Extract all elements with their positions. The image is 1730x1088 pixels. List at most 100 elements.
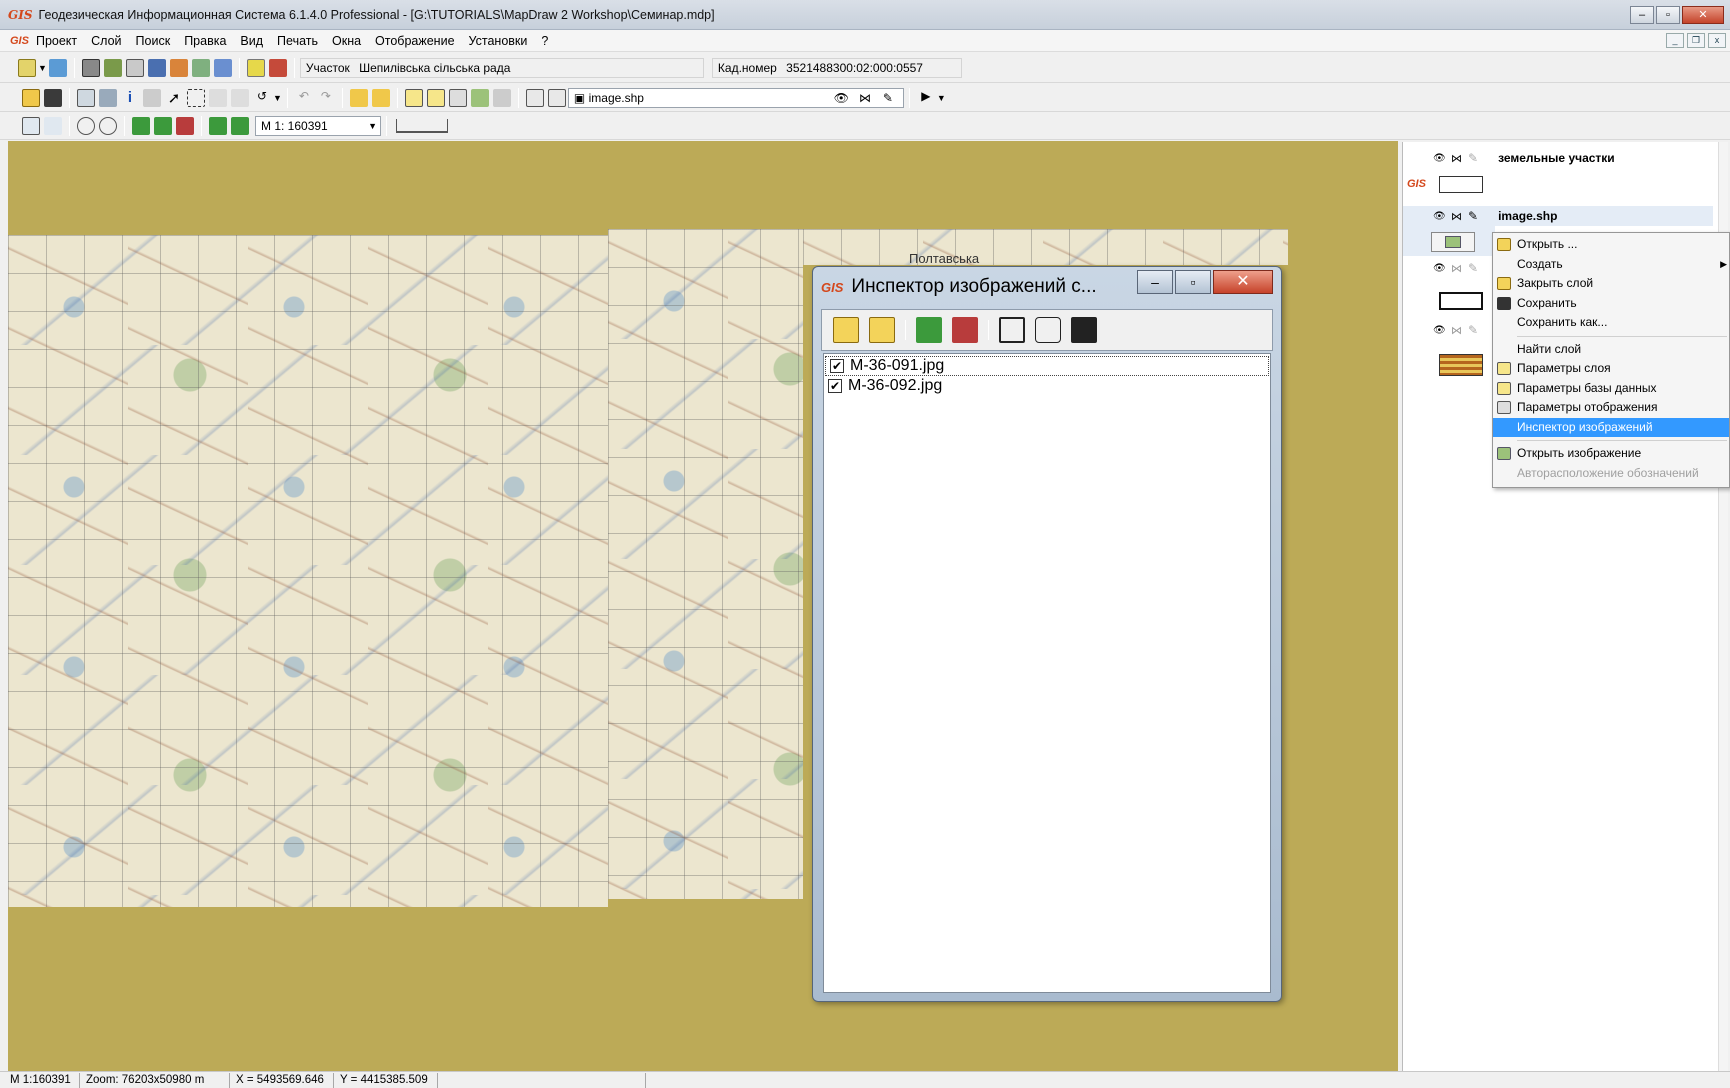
calculator-icon[interactable] <box>81 58 100 77</box>
dialog-maximize-button[interactable]: ▫ <box>1175 270 1211 294</box>
bookmark-2-icon[interactable] <box>231 117 249 135</box>
zoom-extent-icon[interactable] <box>22 117 40 135</box>
house-icon[interactable] <box>103 58 122 77</box>
layer-row[interactable]: 👁 ⋈ ✎ земельные участки <box>1403 150 1713 166</box>
visibility-eye-icon[interactable]: 👁 <box>1433 153 1447 164</box>
menu-item-open-image[interactable]: Открыть изображение <box>1493 444 1729 464</box>
menu-project[interactable]: Проект <box>29 34 84 48</box>
visibility-eye-icon[interactable]: 👁 <box>1433 325 1447 336</box>
mdi-restore-button[interactable]: ❐ <box>1687 33 1705 48</box>
menu-layer[interactable]: Слой <box>84 34 128 48</box>
menu-view[interactable]: Вид <box>233 34 270 48</box>
menu-item-create[interactable]: Создать ▶ <box>1493 255 1729 275</box>
pencil-icon[interactable]: ✎ <box>883 89 893 107</box>
database-icon[interactable] <box>48 58 67 77</box>
select-rect-icon[interactable] <box>187 88 205 107</box>
layer-style-swatch[interactable] <box>1439 176 1483 193</box>
chevron-down-icon[interactable]: ▼ <box>273 93 282 103</box>
pencil-icon[interactable]: ✎ <box>1468 261 1478 275</box>
save-icon[interactable] <box>44 88 62 107</box>
print-preview-icon[interactable] <box>77 88 95 107</box>
red-flag-icon[interactable] <box>176 117 194 135</box>
legend-icon[interactable] <box>525 88 544 107</box>
mdi-minimize-button[interactable]: _ <box>1666 33 1684 48</box>
display-params-icon[interactable] <box>448 88 467 107</box>
layers-icon[interactable] <box>191 58 210 77</box>
curve-tool-icon[interactable]: ↺ <box>253 89 271 107</box>
buildings-icon[interactable] <box>147 58 166 77</box>
info-i-icon[interactable]: i <box>121 89 139 107</box>
clear-points-icon[interactable] <box>952 317 978 343</box>
menu-edit[interactable]: Правка <box>177 34 233 48</box>
chevron-down-icon[interactable]: ▼ <box>38 63 47 73</box>
pencil-icon[interactable]: ✎ <box>1468 151 1478 165</box>
file-checkbox[interactable]: ✔ <box>830 359 844 373</box>
active-layer-select[interactable]: ▣ image.shp 👁 ⋈ ✎ <box>567 87 904 108</box>
menu-help[interactable]: ? <box>534 34 555 48</box>
visibility-eye-icon[interactable]: 👁 <box>1433 211 1447 222</box>
visibility-eye-icon[interactable]: 👁 <box>1433 263 1447 274</box>
menu-item-save-as[interactable]: Сохранить как... <box>1493 313 1729 333</box>
georeference-points-icon[interactable] <box>916 317 942 343</box>
open-folder-icon[interactable] <box>22 88 40 107</box>
redo-icon[interactable]: ↷ <box>317 89 335 107</box>
menu-item-display-params[interactable]: Параметры отображения <box>1493 398 1729 418</box>
sql-icon[interactable] <box>18 58 36 77</box>
eye-icon[interactable]: 👁 <box>834 89 849 107</box>
menu-item-open[interactable]: Открыть ... <box>1493 235 1729 255</box>
pencil-icon[interactable]: ✎ <box>1468 323 1478 337</box>
menu-item-close-layer[interactable]: Закрыть слой <box>1493 274 1729 294</box>
node-edit-icon[interactable] <box>209 88 227 107</box>
layer-params-icon[interactable] <box>404 88 423 107</box>
snap-icon[interactable]: ⋈ <box>1451 262 1462 275</box>
snap-icon[interactable]: ⋈ <box>1451 152 1462 165</box>
mdi-close-button[interactable]: x <box>1708 33 1726 48</box>
chevron-down-icon[interactable]: ▼ <box>937 93 946 103</box>
attribute-table-icon[interactable] <box>547 88 566 107</box>
vertex-tool-icon[interactable] <box>231 88 249 107</box>
list-item[interactable]: ✔ M-36-091.jpg <box>825 356 1269 376</box>
green-flag-icon[interactable] <box>132 117 150 135</box>
minimize-button[interactable]: – <box>1630 6 1654 24</box>
remove-image-icon[interactable] <box>869 317 895 343</box>
printer-icon[interactable] <box>99 88 117 107</box>
menu-item-db-params[interactable]: Параметры базы данных <box>1493 379 1729 399</box>
menu-item-save[interactable]: Сохранить <box>1493 294 1729 314</box>
maximize-button[interactable]: ▫ <box>1656 6 1680 24</box>
menu-item-find-layer[interactable]: Найти слой <box>1493 340 1729 360</box>
menu-settings[interactable]: Установки <box>462 34 535 48</box>
menu-search[interactable]: Поиск <box>129 34 178 48</box>
open-layer-icon[interactable] <box>349 88 368 107</box>
ruler-icon[interactable] <box>396 119 448 133</box>
add-image-icon[interactable] <box>833 317 859 343</box>
report-icon[interactable] <box>268 58 287 77</box>
save-image-icon[interactable] <box>1071 317 1097 343</box>
green-flag-2-icon[interactable] <box>154 117 172 135</box>
close-layer-icon[interactable] <box>371 88 390 107</box>
zoom-out-icon[interactable] <box>99 117 117 135</box>
select-arrow-icon[interactable]: ➚ <box>165 89 183 107</box>
menu-print[interactable]: Печать <box>270 34 325 48</box>
close-button[interactable]: ✕ <box>1682 6 1724 24</box>
table-icon[interactable] <box>125 58 144 77</box>
play-icon[interactable]: ▶ <box>917 89 935 107</box>
pencil-icon[interactable]: ✎ <box>1468 209 1478 223</box>
pan-hand-icon[interactable] <box>44 117 62 135</box>
menu-item-layer-params[interactable]: Параметры слоя <box>1493 359 1729 379</box>
gis-menu-icon[interactable]: GIS <box>10 35 29 47</box>
copy-icon[interactable] <box>492 88 511 107</box>
file-checkbox[interactable]: ✔ <box>828 379 842 393</box>
coordinates-icon[interactable] <box>143 88 161 107</box>
list-item[interactable]: ✔ M-36-092.jpg <box>824 376 1270 396</box>
duplicate-icon[interactable] <box>999 317 1025 343</box>
snap-icon[interactable]: ⋈ <box>1451 210 1462 223</box>
image-layer-icon[interactable] <box>1431 232 1475 252</box>
menu-windows[interactable]: Окна <box>325 34 368 48</box>
image-inspector-icon[interactable] <box>470 88 489 107</box>
layer-style-swatch[interactable] <box>1439 354 1483 376</box>
info-icon[interactable] <box>246 58 265 77</box>
layer-style-swatch[interactable] <box>1439 292 1483 310</box>
parcels-icon[interactable] <box>169 58 188 77</box>
bookmark-icon[interactable] <box>209 117 227 135</box>
scale-select[interactable]: М 1: 160391 ▼ <box>255 116 381 136</box>
